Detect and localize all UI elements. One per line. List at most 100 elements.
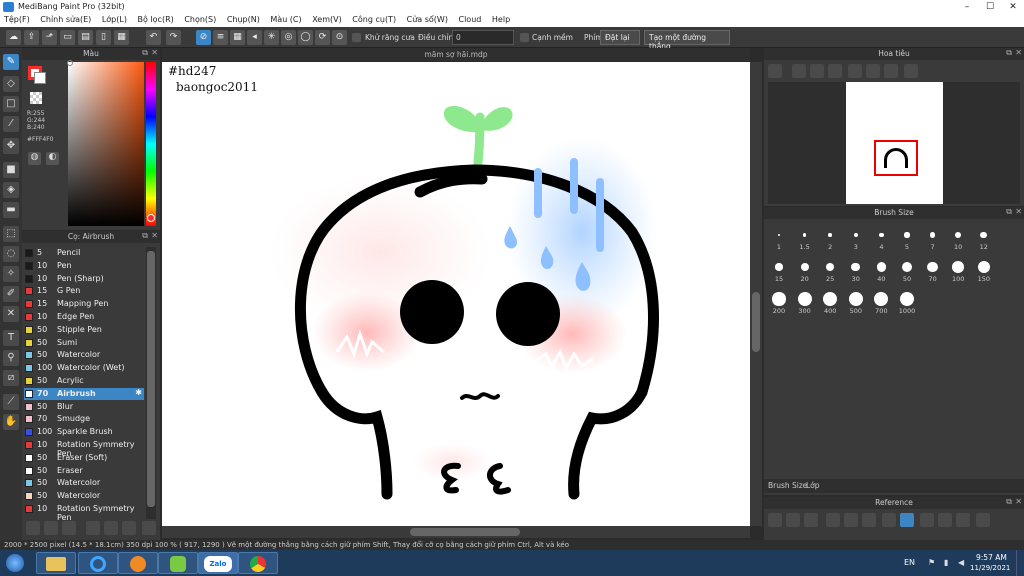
brush-size-option[interactable]: 4 <box>870 223 892 253</box>
language-indicator[interactable]: EN <box>904 558 915 567</box>
snap-parallel-icon[interactable]: ≡ <box>213 30 228 45</box>
canvas-horizontal-scrollbar[interactable] <box>162 526 750 538</box>
minimize-button[interactable]: – <box>956 0 978 14</box>
brush-size-option[interactable]: 50 <box>896 255 918 285</box>
brush-item[interactable]: 70 Smudge <box>24 413 144 425</box>
comment-icon[interactable]: ▤ <box>78 30 93 45</box>
brush-settings-gear-icon[interactable]: ✱ <box>135 388 142 397</box>
reference-zoom-in-icon[interactable] <box>826 513 840 527</box>
reference-rotate-left-icon[interactable] <box>920 513 934 527</box>
brush-size-option[interactable]: 7 <box>922 223 944 253</box>
panel-float-icon[interactable]: ⧉ <box>1006 48 1012 58</box>
select-tool-icon[interactable]: ⬚ <box>3 226 19 242</box>
brush-size-option[interactable]: 20 <box>794 255 816 285</box>
reference-eyedropper-icon[interactable] <box>882 513 896 527</box>
taskbar-explorer[interactable] <box>36 552 76 574</box>
taskbar-chrome[interactable] <box>238 552 278 574</box>
brush-item[interactable]: 5 Pencil <box>24 247 144 259</box>
snap-concentric-icon[interactable]: ◎ <box>281 30 296 45</box>
redo-icon[interactable]: ↷ <box>166 30 181 45</box>
brush-size-option[interactable]: 3 <box>845 223 867 253</box>
brush-size-option[interactable]: 700 <box>870 287 892 317</box>
brush-tool-icon[interactable]: ✎ <box>3 54 19 70</box>
soft-edge-checkbox[interactable] <box>520 33 529 42</box>
brush-size-option[interactable]: 15 <box>768 255 790 285</box>
brush-folder-icon[interactable] <box>44 521 58 535</box>
menu-tools[interactable]: Công cụ(T) <box>348 14 400 25</box>
menu-layer[interactable]: Lớp(L) <box>98 14 131 25</box>
brush-item[interactable]: 50 Stipple Pen <box>24 324 144 336</box>
text-tool-icon[interactable]: T <box>3 330 19 346</box>
transparent-swatch[interactable] <box>30 92 42 104</box>
brush-item[interactable]: 100 Watercolor (Wet) <box>24 362 144 374</box>
chat-icon[interactable]: ▭ <box>60 30 75 45</box>
cloud-icon[interactable]: ☁ <box>6 30 21 45</box>
pen-tool-icon[interactable]: ⁄ <box>3 116 19 132</box>
panel-close-icon[interactable]: ✕ <box>151 231 158 240</box>
rotate-right-icon[interactable] <box>884 64 898 78</box>
share-icon[interactable]: ⬏ <box>42 30 57 45</box>
menu-help[interactable]: Help <box>488 14 514 25</box>
reference-rotate-right-icon[interactable] <box>956 513 970 527</box>
color-history-icon[interactable]: ◐ <box>46 152 59 165</box>
reference-close-icon[interactable] <box>804 513 818 527</box>
reset-button[interactable]: Đặt lại <box>600 30 640 45</box>
brush-size-option[interactable]: 400 <box>819 287 841 317</box>
brush-size-option[interactable]: 10 <box>947 223 969 253</box>
brush-list-scrollbar[interactable] <box>146 247 156 519</box>
brush-add-menu-icon[interactable] <box>62 521 76 535</box>
snap-curve-icon[interactable]: ⟳ <box>315 30 330 45</box>
hand-tool-icon[interactable]: ✋ <box>3 414 19 430</box>
brush-copy-icon[interactable] <box>104 521 118 535</box>
snap-ellipse-icon[interactable]: ⊙ <box>332 30 347 45</box>
brush-size-option[interactable]: 300 <box>794 287 816 317</box>
menu-view[interactable]: Xem(V) <box>308 14 346 25</box>
brush-item[interactable]: 10 Rotation Symmetry Pen <box>24 503 144 522</box>
brush-size-option[interactable]: 12 <box>973 223 995 253</box>
brush-size-option[interactable]: 2 <box>819 223 841 253</box>
brush-item[interactable]: 50 Acrylic <box>24 375 144 387</box>
delete-brush-icon[interactable] <box>142 521 156 535</box>
rotate-reset-icon[interactable] <box>866 64 880 78</box>
brush-size-option[interactable]: 500 <box>845 287 867 317</box>
undo-icon[interactable]: ↶ <box>146 30 161 45</box>
taskbar-zalo[interactable]: Zalo <box>198 552 238 574</box>
zoom-in-icon[interactable] <box>768 64 782 78</box>
tray-flag-icon[interactable]: ⚑ <box>928 558 935 567</box>
panel-close-icon[interactable]: ✕ <box>1015 48 1022 57</box>
panel-close-icon[interactable]: ✕ <box>151 48 158 57</box>
color-picker-cursor[interactable] <box>67 60 73 66</box>
straight-line-button[interactable]: Tạo một đường thẳng <box>644 30 730 51</box>
show-desktop-button[interactable] <box>1016 550 1024 576</box>
menu-snap[interactable]: Chụp(N) <box>223 14 264 25</box>
menu-cloud[interactable]: Cloud <box>455 14 486 25</box>
palette-icon[interactable]: ◍ <box>28 152 41 165</box>
reference-flip-icon[interactable] <box>976 513 990 527</box>
snap-off-icon[interactable]: ⊘ <box>196 30 211 45</box>
navigator-thumbnail[interactable] <box>846 82 943 204</box>
snap-circle-icon[interactable]: ◯ <box>298 30 313 45</box>
select-eraser-icon[interactable]: ✕ <box>3 306 19 322</box>
reference-open-icon[interactable] <box>786 513 800 527</box>
clock-time[interactable]: 9:57 AM <box>976 553 1007 562</box>
tray-network-icon[interactable]: ▮ <box>944 558 948 567</box>
shape-tool-icon[interactable]: ■ <box>3 162 19 178</box>
menu-window[interactable]: Cửa sổ(W) <box>403 14 452 25</box>
operation-tool-icon[interactable]: ⚲ <box>3 350 19 366</box>
brush-item[interactable]: 70 Airbrush ✱ <box>24 387 144 400</box>
color-picker-area[interactable] <box>68 62 144 226</box>
brush-size-option[interactable]: 200 <box>768 287 790 317</box>
taskbar-ie[interactable] <box>78 552 118 574</box>
brush-duplicate-icon[interactable] <box>122 521 136 535</box>
brush-item[interactable]: 10 Pen (Sharp) <box>24 273 144 285</box>
clock-date[interactable]: 11/29/2021 <box>970 564 1010 572</box>
brush-size-option[interactable]: 25 <box>819 255 841 285</box>
panel-close-icon[interactable]: ✕ <box>1015 207 1022 216</box>
lasso-tool-icon[interactable]: ◌ <box>3 246 19 262</box>
maximize-button[interactable]: ☐ <box>979 0 1001 14</box>
menu-color[interactable]: Màu (C) <box>266 14 305 25</box>
divide-tool-icon[interactable]: ⧄ <box>3 370 19 386</box>
brush-size-option[interactable]: 30 <box>845 255 867 285</box>
brush-item[interactable]: 10 Rotation Symmetry Pen <box>24 439 144 458</box>
brush-item[interactable]: 50 Watercolor <box>24 349 144 361</box>
